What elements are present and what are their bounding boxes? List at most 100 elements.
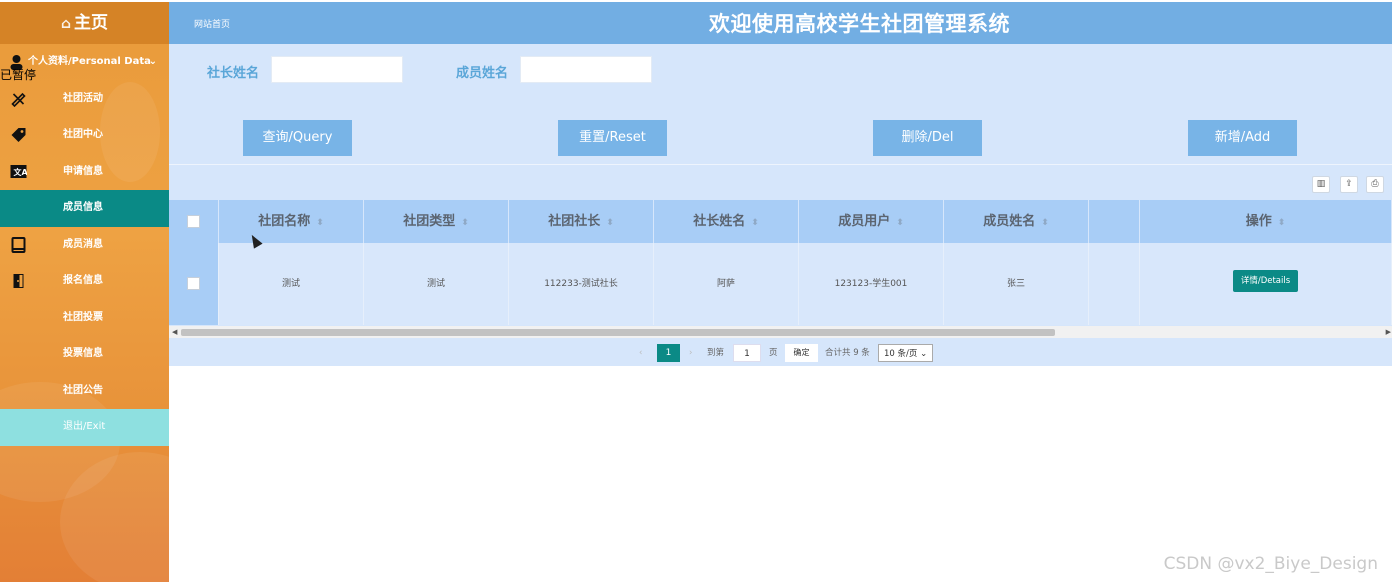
column-header[interactable]: 社团名称 ⬍ — [219, 200, 364, 243]
column-header-label: 成员姓名 — [983, 214, 1036, 229]
column-header-actions[interactable]: 操作 ⬍ — [1140, 200, 1392, 243]
table-cell: 测试 — [219, 243, 364, 325]
reset-button[interactable]: 重置/Reset — [558, 120, 667, 156]
select-all-header — [169, 200, 219, 243]
details-button[interactable]: 详情/Details — [1232, 269, 1299, 292]
chevron-down-icon: ⌄ — [920, 349, 928, 359]
sidebar-item-label: 社团中心 — [63, 129, 103, 140]
chevron-down-icon: ⌄ — [148, 56, 157, 67]
table-cell: 112233-测试社长 — [509, 243, 654, 325]
members-table: 社团名称 ⬍ 社团类型 ⬍ 社团社长 ⬍ 社长姓名 ⬍ 成员用户 ⬍ 成员姓名 ⬍ 操作 ⬍ … — [169, 200, 1392, 325]
divider — [169, 164, 1392, 165]
sidebar-item-announcement[interactable]: 社团公告 — [0, 373, 169, 410]
home-icon: ⌂ — [60, 16, 72, 32]
current-page-button[interactable]: 1 — [657, 344, 680, 362]
table-cell: 测试 — [364, 243, 509, 325]
sort-icon[interactable]: ⬍ — [896, 218, 904, 228]
app-window: ⌂ 主页 个人资料/Personal Data ⌄ 社团活动 社团中心 文A 申请… — [0, 0, 1392, 582]
sidebar-item-label: 社团公告 — [63, 384, 103, 396]
table-cell — [1089, 243, 1140, 325]
column-header-label: 社团社长 — [548, 214, 601, 229]
actions-cell: 详情/Details — [1140, 243, 1392, 325]
translate-icon: 文A — [10, 164, 27, 178]
sidebar-item-label: 成员信息 — [63, 202, 103, 213]
sort-icon[interactable]: ⬍ — [1041, 218, 1049, 228]
sort-icon[interactable]: ⬍ — [316, 218, 324, 228]
total-count: 合计共 9 条 — [825, 348, 870, 358]
sidebar-item-activities[interactable]: 社团活动 — [0, 81, 169, 118]
horizontal-scrollbar[interactable]: ◀ ▶ — [169, 326, 1392, 338]
columns-icon[interactable]: ▥ — [1312, 176, 1330, 193]
print-icon[interactable]: ⎙ — [1366, 176, 1384, 193]
sidebar-item-label: 社团投票 — [63, 311, 103, 323]
sidebar-item-club-center[interactable]: 社团中心 — [0, 117, 169, 154]
paused-overlay-text: 已暂停 — [0, 68, 37, 82]
goto-page-input[interactable]: 1 — [733, 344, 761, 362]
prev-page-icon[interactable]: ‹ — [639, 344, 642, 362]
door-icon — [13, 274, 24, 288]
member-name-input[interactable] — [520, 56, 652, 83]
column-header-label: 成员用户 — [838, 214, 891, 229]
leader-name-label: 社长姓名 — [207, 66, 260, 81]
column-header-label: 社团类型 — [403, 214, 456, 229]
page-title: 欢迎使用高校学生社团管理系统 — [709, 12, 1010, 36]
sort-icon[interactable]: ⬍ — [751, 218, 759, 228]
scroll-right-icon[interactable]: ▶ — [1386, 326, 1391, 338]
sidebar-item-members[interactable]: 成员信息 — [0, 190, 169, 227]
export-icon[interactable]: ⇪ — [1340, 176, 1358, 193]
row-select-cell — [169, 243, 219, 325]
column-header[interactable]: 社团类型 ⬍ — [364, 200, 509, 243]
query-button[interactable]: 查询/Query — [243, 120, 352, 156]
column-header[interactable]: 成员姓名 ⬍ — [944, 200, 1089, 243]
pencil-ruler-icon — [11, 92, 26, 107]
sidebar-item-label: 退出/Exit — [63, 421, 106, 432]
sidebar-item-vote-info[interactable]: 投票信息 — [0, 336, 169, 373]
column-header[interactable]: 社长姓名 ⬍ — [654, 200, 799, 243]
sidebar-item-registration[interactable]: 报名信息 — [0, 263, 169, 300]
sidebar-item-label: 申请信息 — [63, 165, 103, 177]
column-header — [1089, 200, 1140, 243]
sidebar-item-club-vote[interactable]: 社团投票 — [0, 300, 169, 337]
column-header-label: 社长姓名 — [693, 214, 746, 229]
book-icon — [11, 236, 26, 253]
leader-name-input[interactable] — [271, 56, 403, 83]
column-header[interactable]: 社团社长 ⬍ — [509, 200, 654, 243]
sidebar-item-application[interactable]: 文A 申请信息 — [0, 154, 169, 191]
goto-prefix: 到第 — [707, 348, 725, 358]
next-page-icon[interactable]: › — [689, 344, 692, 362]
goto-suffix: 页 — [769, 348, 778, 358]
page-size-value: 10 条/页 — [884, 349, 918, 359]
column-header[interactable]: 成员用户 ⬍ — [799, 200, 944, 243]
column-header-label: 操作 — [1245, 214, 1272, 229]
pagination: ‹ 1 › 到第 1 页 确定 合计共 9 条 10 条/页 ⌄ — [169, 338, 1392, 366]
select-all-checkbox[interactable] — [187, 215, 200, 228]
row-checkbox[interactable] — [187, 277, 200, 290]
sidebar-item-exit[interactable]: 退出/Exit — [0, 409, 169, 446]
table-cell: 阿萨 — [654, 243, 799, 325]
sort-icon[interactable]: ⬍ — [1278, 218, 1286, 228]
add-button[interactable]: 新增/Add — [1188, 120, 1297, 156]
column-header-label: 社团名称 — [258, 214, 311, 229]
page-size-select[interactable]: 10 条/页 ⌄ — [878, 344, 933, 362]
tags-icon — [11, 128, 26, 142]
member-name-label: 成员姓名 — [456, 66, 509, 81]
home-label: 主页 — [74, 13, 109, 33]
table-cell: 123123-学生001 — [799, 243, 944, 325]
sort-icon[interactable]: ⬍ — [461, 218, 469, 228]
sidebar-home[interactable]: ⌂ 主页 — [0, 2, 169, 44]
main-content: 社长姓名 成员姓名 查询/Query 重置/Reset 删除/Del 新增/Ad… — [169, 44, 1392, 366]
sidebar-item-label: 社团活动 — [63, 92, 103, 104]
sidebar: ⌂ 主页 个人资料/Personal Data ⌄ 社团活动 社团中心 文A 申请… — [0, 2, 169, 582]
sidebar-item-label: 成员消息 — [63, 238, 103, 250]
table-cell: 张三 — [944, 243, 1089, 325]
scroll-left-icon[interactable]: ◀ — [172, 326, 177, 338]
confirm-button[interactable]: 确定 — [785, 344, 818, 362]
breadcrumb-home-link[interactable]: 网站首页 — [194, 17, 230, 30]
sidebar-item-label: 报名信息 — [63, 275, 103, 286]
sidebar-item-label: 投票信息 — [63, 348, 103, 359]
sort-icon[interactable]: ⬍ — [606, 218, 614, 228]
watermark: CSDN @vx2_Biye_Design — [1163, 554, 1378, 574]
scrollbar-thumb[interactable] — [181, 329, 1055, 336]
delete-button[interactable]: 删除/Del — [873, 120, 982, 156]
sidebar-item-member-messages[interactable]: 成员消息 — [0, 227, 169, 264]
